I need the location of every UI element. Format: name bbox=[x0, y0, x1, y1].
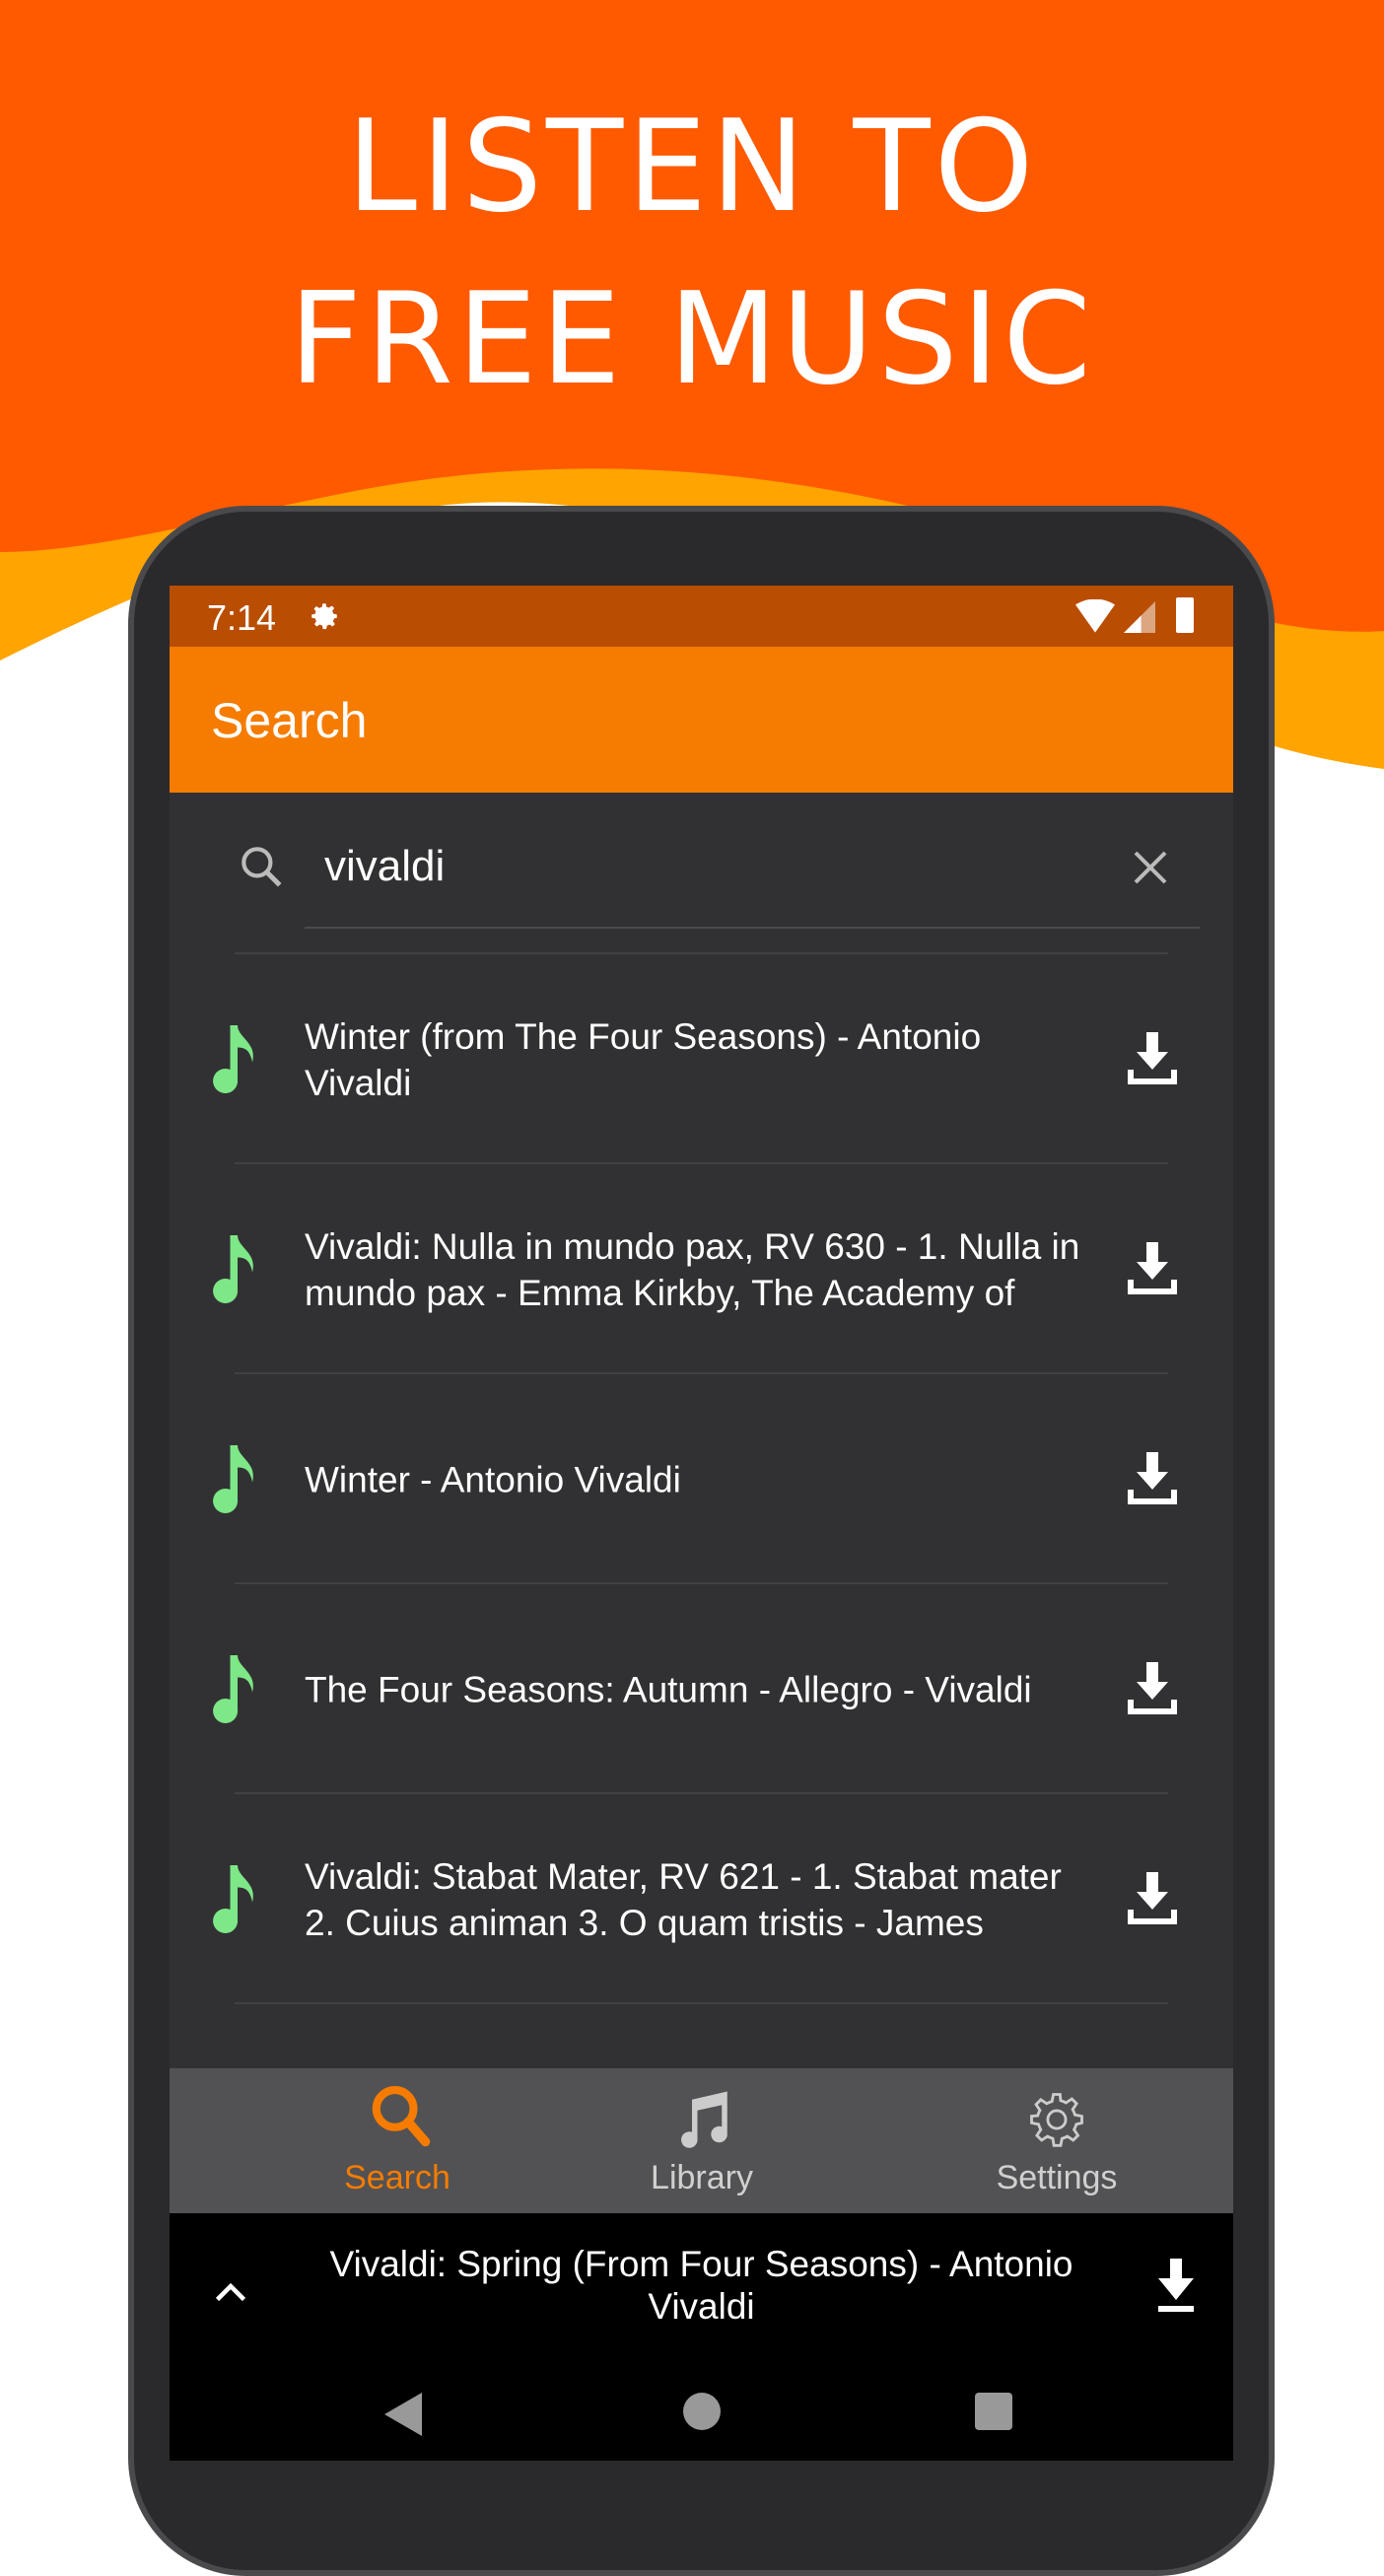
home-icon[interactable] bbox=[683, 2393, 721, 2430]
gear-icon bbox=[1030, 2093, 1083, 2147]
nav-settings-label: Settings bbox=[996, 2159, 1118, 2196]
result-title: Winter - Antonio Vivaldi bbox=[305, 1459, 681, 1499]
download-icon[interactable] bbox=[1154, 2259, 1198, 2314]
nav-library[interactable]: Library bbox=[584, 2068, 820, 2213]
search-icon bbox=[242, 847, 282, 887]
close-icon[interactable] bbox=[1131, 848, 1170, 887]
result-title: The Four Seasons: Autumn - Allegro - Viv… bbox=[305, 1669, 1032, 1709]
nav-settings[interactable]: Settings bbox=[938, 2068, 1175, 2213]
battery-icon bbox=[1176, 597, 1194, 633]
result-title: Winter (from The Four Seasons) - Antonio… bbox=[305, 1015, 982, 1103]
bottom-navigation: Search Library Settings bbox=[170, 2068, 1233, 2213]
nav-search-label: Search bbox=[344, 2159, 450, 2196]
divider bbox=[235, 2002, 1168, 2004]
music-note-icon bbox=[213, 1024, 253, 1093]
mini-player[interactable]: Vivaldi: Spring (From Four Seasons) - An… bbox=[170, 2213, 1233, 2461]
player-track-title: Vivaldi: Spring (From Four Seasons) - An… bbox=[329, 2244, 1073, 2327]
result-row[interactable]: Winter (from The Four Seasons) - Antonio… bbox=[170, 954, 1233, 1164]
chevron-up-icon[interactable] bbox=[213, 2280, 248, 2304]
app-bar: Search bbox=[170, 647, 1233, 793]
search-input[interactable]: vivaldi bbox=[324, 842, 445, 891]
result-row[interactable]: Vivaldi: Stabat Mater, RV 621 - 1. Staba… bbox=[170, 1794, 1233, 2004]
signal-icon bbox=[1124, 601, 1155, 633]
music-note-icon bbox=[681, 2091, 727, 2148]
result-title: Vivaldi: Stabat Mater, RV 621 - 1. Staba… bbox=[305, 1855, 1062, 1943]
music-note-icon bbox=[213, 1864, 253, 1933]
promo-headline-line1: LISTEN TO bbox=[346, 94, 1038, 241]
status-time: 7:14 bbox=[207, 597, 277, 638]
app-bar-title: Search bbox=[211, 693, 368, 748]
back-icon[interactable] bbox=[384, 2393, 424, 2436]
download-icon[interactable] bbox=[1127, 1241, 1178, 1298]
promo-headline-line2: FREE MUSIC bbox=[289, 266, 1095, 413]
music-note-icon bbox=[213, 1654, 253, 1723]
nav-library-label: Library bbox=[651, 2159, 753, 2196]
music-note-icon bbox=[213, 1444, 253, 1513]
gear-icon bbox=[311, 603, 337, 630]
nav-search[interactable]: Search bbox=[279, 2068, 516, 2213]
app-screen: 7:14 Search vivaldi Winter (from The Fou… bbox=[170, 586, 1233, 2461]
search-field[interactable]: vivaldi bbox=[170, 793, 1233, 952]
search-underline bbox=[305, 927, 1200, 929]
download-icon[interactable] bbox=[1127, 1871, 1178, 1928]
result-row[interactable]: The Four Seasons: Autumn - Allegro - Viv… bbox=[170, 1584, 1233, 1794]
download-icon[interactable] bbox=[1127, 1451, 1178, 1508]
result-title: Vivaldi: Nulla in mundo pax, RV 630 - 1.… bbox=[305, 1225, 1080, 1313]
result-row[interactable]: Winter - Antonio Vivaldi bbox=[170, 1374, 1233, 1584]
download-icon[interactable] bbox=[1127, 1661, 1178, 1718]
download-icon[interactable] bbox=[1127, 1031, 1178, 1088]
recents-icon[interactable] bbox=[975, 2393, 1012, 2430]
search-icon bbox=[372, 2086, 431, 2147]
wifi-icon bbox=[1075, 599, 1115, 633]
music-note-icon bbox=[213, 1234, 253, 1303]
result-row[interactable]: Vivaldi: Nulla in mundo pax, RV 630 - 1.… bbox=[170, 1164, 1233, 1374]
status-bar: 7:14 bbox=[170, 586, 1233, 647]
